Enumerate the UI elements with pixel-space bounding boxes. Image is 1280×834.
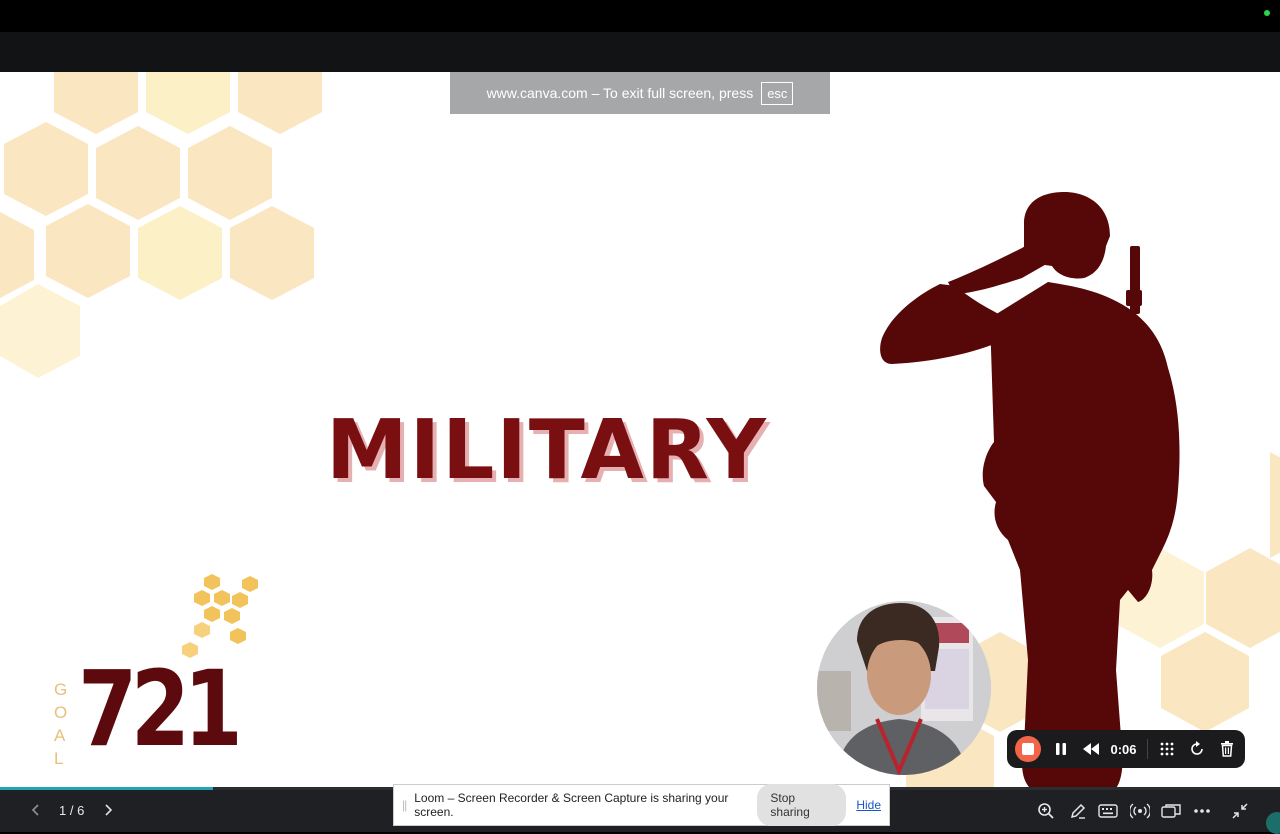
goal-letter-l: L: [54, 749, 64, 768]
hexagon-pattern-left: [0, 72, 322, 378]
chevron-right-icon: [105, 804, 113, 816]
present-icon[interactable]: [1161, 801, 1181, 821]
fullscreen-notice-text: www.canva.com – To exit full screen, pre…: [486, 85, 754, 101]
camera-indicator-dot: [1264, 10, 1270, 16]
pause-icon[interactable]: [1051, 739, 1071, 759]
more-icon[interactable]: [1192, 801, 1212, 821]
chevron-left-icon: [31, 804, 39, 816]
slide-title: MILITARY: [326, 403, 768, 498]
webcam-avatar: [817, 601, 991, 775]
next-slide-button[interactable]: [100, 802, 116, 818]
pen-icon[interactable]: [1068, 801, 1088, 821]
goal-letter-g: G: [54, 680, 68, 699]
page-indicator: 1 / 6: [59, 803, 85, 818]
broadcast-icon[interactable]: [1130, 801, 1150, 821]
stop-icon[interactable]: [1015, 736, 1041, 762]
restart-icon[interactable]: [1187, 739, 1207, 759]
previous-slide-button[interactable]: [28, 802, 44, 818]
esc-key-hint: esc: [761, 81, 794, 105]
keyboard-icon[interactable]: [1098, 801, 1118, 821]
recording-timer: 0:06: [1110, 741, 1137, 757]
slide-canvas: MILITARY G O A L 721: [0, 72, 1280, 790]
goal-logo-letters: G O A L: [54, 680, 67, 769]
trash-icon[interactable]: [1217, 739, 1237, 759]
hide-button[interactable]: Hide: [856, 798, 881, 812]
webcam-bubble[interactable]: [817, 601, 991, 775]
divider: [1146, 739, 1148, 759]
zoom-in-icon[interactable]: [1036, 801, 1056, 821]
goal-letter-a: A: [54, 726, 66, 745]
fullscreen-notice: www.canva.com – To exit full screen, pre…: [450, 72, 830, 114]
stop-sharing-button[interactable]: Stop sharing: [757, 784, 847, 826]
goal-letter-o: O: [54, 703, 68, 722]
screen-share-notice: || Loom – Screen Recorder & Screen Captu…: [393, 784, 890, 826]
top-black-strip: [0, 0, 1280, 32]
grid-icon[interactable]: [1157, 739, 1177, 759]
goal-logo-number: 721: [78, 648, 243, 770]
drag-handle-icon[interactable]: ||: [402, 798, 407, 812]
share-notice-text: Loom – Screen Recorder & Screen Capture …: [414, 791, 729, 819]
loom-recording-controls: 0:06: [1007, 730, 1245, 768]
rewind-icon[interactable]: [1081, 739, 1101, 759]
app-top-bar: [0, 32, 1280, 72]
exit-fullscreen-icon[interactable]: [1230, 801, 1250, 821]
